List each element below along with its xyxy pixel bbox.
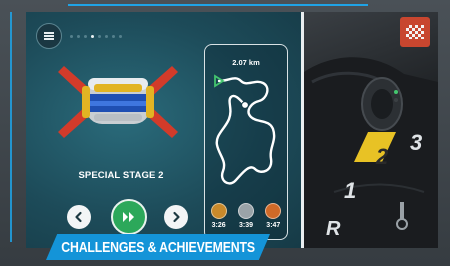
silver-medal-icon (237, 203, 254, 219)
medal-times: 3:26 3:39 3:47 (205, 203, 287, 229)
page-dot (70, 35, 73, 38)
track-route (215, 77, 276, 185)
medal-gold: 3:26 (207, 203, 231, 229)
race-flag-button[interactable] (400, 17, 430, 47)
page-dot (98, 35, 101, 38)
medal-time: 3:39 (238, 222, 253, 229)
page-dot (77, 35, 80, 38)
hamburger-menu-icon (44, 32, 54, 40)
start-stage-button[interactable] (111, 199, 147, 235)
banner-text: CHALLENGES & ACHIEVEMENTS (61, 238, 255, 256)
stage-title: SPECIAL STAGE 2 (78, 170, 164, 181)
gear-3-label: 3 (410, 130, 423, 155)
cockpit-view: 1 2 3 R (304, 12, 438, 248)
track-map (214, 74, 276, 185)
gold-medal-icon (210, 203, 227, 219)
page-dot (112, 35, 115, 38)
page-dot (91, 35, 94, 38)
chevron-right-icon (173, 211, 180, 223)
bronze-medal-icon (265, 203, 282, 219)
vehicle-body (82, 78, 154, 124)
medal-time: 3:26 (211, 222, 226, 229)
menu-button[interactable] (36, 23, 62, 49)
gear-1-label: 1 (344, 178, 357, 203)
next-stage-button[interactable] (164, 205, 188, 229)
medal-time: 3:47 (266, 222, 281, 229)
vehicle-preview (58, 66, 178, 138)
page-dot (105, 35, 108, 38)
chevron-left-icon (75, 211, 82, 223)
challenges-banner: CHALLENGES & ACHIEVEMENTS (46, 234, 270, 260)
fast-forward-icon (123, 212, 134, 222)
page-dot (119, 35, 122, 38)
page-dot (84, 35, 87, 38)
hud-top-bracket (68, 4, 368, 6)
gear-reverse-label: R (326, 218, 341, 240)
checkered-flag-icon (406, 25, 424, 39)
medal-silver: 3:39 (234, 203, 258, 229)
hud-left-bracket (10, 12, 12, 242)
track-distance: 2.07 km (232, 58, 260, 67)
medal-bronze: 3:47 (261, 203, 285, 229)
gear-2-label: 2 (376, 144, 389, 169)
page-indicator (70, 35, 122, 38)
finish-marker-icon (241, 101, 249, 109)
previous-stage-button[interactable] (67, 205, 91, 229)
stage-select-panel: SPECIAL STAGE 2 2.07 km 3:26 3:39 3:47 (26, 12, 304, 248)
track-card[interactable]: 2.07 km 3:26 3:39 3:47 (204, 44, 288, 240)
